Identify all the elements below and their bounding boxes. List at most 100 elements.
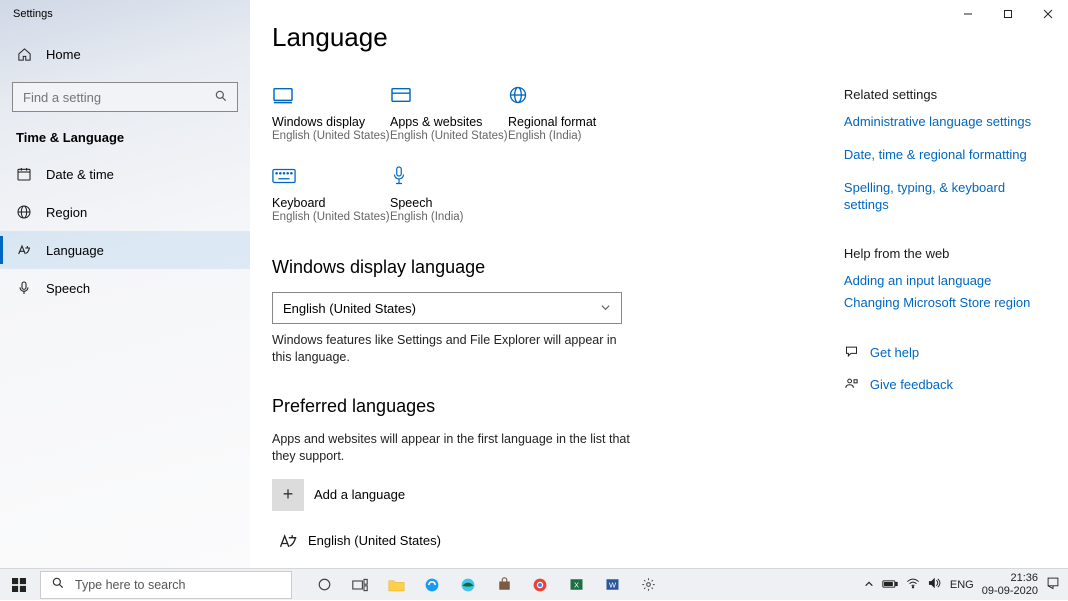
main-content: Language Windows display English (United…: [250, 0, 1068, 568]
monitor-icon: [272, 81, 390, 109]
tray-date: 09-09-2020: [982, 585, 1038, 597]
svg-text:X: X: [573, 581, 578, 590]
tray-language[interactable]: ENG: [950, 579, 974, 591]
card-windows-display[interactable]: Windows display English (United States): [272, 81, 390, 142]
titlebar: Settings: [0, 0, 250, 28]
system-tray: ENG 21:36 09-09-2020: [864, 569, 1068, 600]
page-title: Language: [272, 22, 1048, 53]
search-icon: [51, 576, 65, 593]
card-title: Regional format: [508, 115, 626, 129]
card-title: Speech: [390, 196, 508, 210]
home-icon: [16, 46, 32, 62]
task-view-icon[interactable]: [342, 569, 378, 601]
dropdown-value: English (United States): [283, 301, 416, 316]
window-icon: [390, 81, 508, 109]
feedback-icon: [844, 376, 860, 394]
taskbar-apps: X W: [306, 569, 666, 601]
word-icon[interactable]: W: [594, 569, 630, 601]
overview-cards: Windows display English (United States) …: [272, 81, 826, 243]
preferred-languages-note: Apps and websites will appear in the fir…: [272, 431, 632, 465]
display-language-dropdown[interactable]: English (United States): [272, 292, 622, 324]
link-spelling-typing-keyboard[interactable]: Spelling, typing, & keyboard settings: [844, 180, 1048, 214]
language-entry-label: English (United States): [308, 533, 441, 548]
add-language-label: Add a language: [314, 487, 405, 502]
sidebar-item-language[interactable]: Language: [0, 231, 250, 269]
battery-icon[interactable]: [882, 578, 898, 592]
file-explorer-icon[interactable]: [378, 569, 414, 601]
chrome-icon[interactable]: [522, 569, 558, 601]
language-entry[interactable]: English (United States): [272, 525, 826, 557]
related-settings-header: Related settings: [844, 87, 1048, 102]
chat-icon: [844, 344, 860, 362]
chevron-down-icon: [600, 301, 611, 316]
microphone-icon: [16, 280, 32, 296]
card-regional-format[interactable]: Regional format English (India): [508, 81, 626, 142]
card-subtitle: English (United States): [390, 130, 508, 142]
volume-icon[interactable]: [928, 577, 942, 592]
preferred-languages-header: Preferred languages: [272, 396, 826, 417]
svg-text:W: W: [608, 581, 616, 590]
get-help-link[interactable]: Get help: [870, 345, 919, 362]
help-from-web-header: Help from the web: [844, 246, 1048, 261]
right-rail: Related settings Administrative language…: [844, 81, 1048, 557]
store-icon[interactable]: [486, 569, 522, 601]
link-changing-store-region[interactable]: Changing Microsoft Store region: [844, 295, 1048, 312]
wifi-icon[interactable]: [906, 577, 920, 592]
card-subtitle: English (United States): [272, 130, 390, 142]
link-admin-language-settings[interactable]: Administrative language settings: [844, 114, 1048, 131]
card-keyboard[interactable]: Keyboard English (United States): [272, 162, 390, 223]
sidebar-item-speech[interactable]: Speech: [0, 269, 250, 307]
link-adding-input-language[interactable]: Adding an input language: [844, 273, 1048, 290]
sidebar-item-label: Region: [46, 205, 87, 220]
app-blue-circle-icon[interactable]: [414, 569, 450, 601]
start-button[interactable]: [0, 569, 38, 601]
get-help-row[interactable]: Get help: [844, 344, 1048, 362]
clock-calendar-icon: [16, 166, 32, 182]
taskbar-search-placeholder: Type here to search: [75, 578, 185, 592]
give-feedback-row[interactable]: Give feedback: [844, 376, 1048, 394]
sidebar-group-header: Time & Language: [0, 112, 250, 155]
sidebar-item-date-time[interactable]: Date & time: [0, 155, 250, 193]
language-icon: [16, 242, 32, 258]
search-wrap: [12, 82, 238, 112]
cortana-icon[interactable]: [306, 569, 342, 601]
language-icon: [272, 525, 304, 557]
tray-time: 21:36: [982, 572, 1038, 584]
taskbar: Type here to search X W ENG 21:36 09-09-…: [0, 568, 1068, 600]
search-icon: [214, 89, 228, 106]
excel-icon[interactable]: X: [558, 569, 594, 601]
search-input[interactable]: [12, 82, 238, 112]
settings-icon[interactable]: [630, 569, 666, 601]
window-title: Settings: [0, 8, 53, 20]
card-subtitle: English (India): [508, 130, 626, 142]
microphone-icon: [390, 162, 508, 190]
home-button[interactable]: Home: [0, 36, 250, 72]
edge-icon[interactable]: [450, 569, 486, 601]
display-language-header: Windows display language: [272, 257, 826, 278]
notifications-icon[interactable]: [1046, 576, 1060, 593]
card-title: Keyboard: [272, 196, 390, 210]
card-title: Apps & websites: [390, 115, 508, 129]
card-apps-websites[interactable]: Apps & websites English (United States): [390, 81, 508, 142]
link-date-time-regional[interactable]: Date, time & regional formatting: [844, 147, 1048, 164]
give-feedback-link[interactable]: Give feedback: [870, 377, 953, 394]
card-subtitle: English (United States): [272, 211, 390, 223]
add-language-button[interactable]: + Add a language: [272, 479, 826, 511]
tray-chevron-icon[interactable]: [864, 578, 874, 592]
display-language-note: Windows features like Settings and File …: [272, 332, 622, 366]
keyboard-icon: [272, 162, 390, 190]
tray-clock[interactable]: 21:36 09-09-2020: [982, 572, 1038, 596]
home-label: Home: [46, 47, 81, 62]
sidebar: Settings Home Time & Language Date & tim…: [0, 0, 250, 568]
taskbar-search[interactable]: Type here to search: [40, 571, 292, 599]
plus-icon: +: [272, 479, 304, 511]
card-subtitle: English (India): [390, 211, 508, 223]
globe-icon: [508, 81, 626, 109]
sidebar-item-label: Language: [46, 243, 104, 258]
card-speech[interactable]: Speech English (India): [390, 162, 508, 223]
globe-icon: [16, 204, 32, 220]
sidebar-item-label: Speech: [46, 281, 90, 296]
sidebar-item-region[interactable]: Region: [0, 193, 250, 231]
sidebar-item-label: Date & time: [46, 167, 114, 182]
card-title: Windows display: [272, 115, 390, 129]
